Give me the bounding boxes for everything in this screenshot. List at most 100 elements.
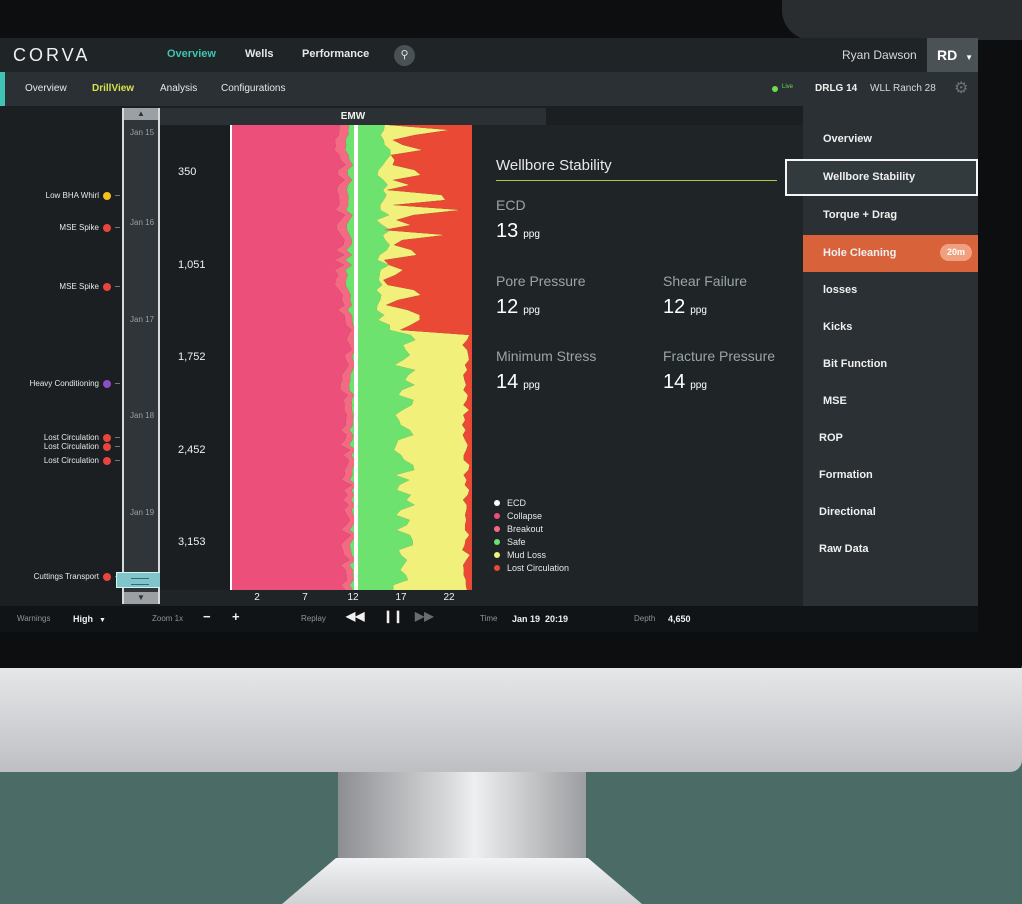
user-initials: RD xyxy=(937,47,958,63)
top-nav-bar: CORVA Overview Wells Performance ⚲ Ryan … xyxy=(0,38,978,72)
topnav-wells[interactable]: Wells xyxy=(245,48,274,60)
menu-item-torque-drag[interactable]: Torque + Drag xyxy=(803,197,978,234)
legend-item: Collapse xyxy=(494,509,569,522)
event-dot xyxy=(103,572,111,581)
event-tick xyxy=(115,446,120,447)
hole-cleaning-badge: 20m xyxy=(939,244,972,261)
timeline-scrubber[interactable]: ▲ Jan 15 Jan 16 Jan 17 Jan 18 Jan 19 ▼ xyxy=(122,108,160,604)
menu-item-bit-function[interactable]: Bit Function xyxy=(803,346,978,383)
monitor-chin xyxy=(0,668,1022,772)
minimum-stress-value: 14 ppg xyxy=(496,371,540,393)
fast-forward-icon[interactable]: ▶▶ xyxy=(415,609,433,623)
shear-failure-value: 12 ppg xyxy=(663,296,707,318)
pause-icon[interactable]: ❙❙ xyxy=(383,609,403,623)
event-tick xyxy=(115,195,120,196)
menu-item-wellbore-stability[interactable]: Wellbore Stability xyxy=(785,159,978,196)
user-avatar-menu[interactable]: RD ▼ xyxy=(927,38,978,72)
depth-label: Depth xyxy=(634,614,656,623)
shear-failure-label: Shear Failure xyxy=(663,273,748,289)
analysis-menu: Overview Wellbore Stability Torque + Dra… xyxy=(785,106,978,606)
subnav-configurations[interactable]: Configurations xyxy=(221,83,285,94)
depth-value: 4,650 xyxy=(668,614,691,624)
depth-label: 3,153 xyxy=(178,536,206,548)
timeline-date: Jan 17 xyxy=(130,315,155,324)
menu-item-label: Hole Cleaning xyxy=(823,247,897,259)
legend-dot xyxy=(494,512,500,519)
rewind-icon[interactable]: ◀◀ xyxy=(346,609,364,623)
chart-legend: ECD Collapse Breakout Safe Mud Loss Lost… xyxy=(494,496,569,574)
menu-item-kicks[interactable]: Kicks xyxy=(803,309,978,346)
minimum-stress-label: Minimum Stress xyxy=(496,348,597,364)
menu-item-rop[interactable]: ROP xyxy=(803,420,978,457)
event-item[interactable]: Lost Circulation xyxy=(44,442,120,451)
event-label: Low BHA Whirl xyxy=(45,191,99,200)
zoom-out-button[interactable]: − xyxy=(203,609,211,624)
sub-nav-bar: Overview DrillView Analysis Configuratio… xyxy=(0,72,978,106)
time-value: Jan 19 20:19 xyxy=(512,614,569,624)
legend-item: Lost Circulation xyxy=(494,561,569,574)
search-icon[interactable]: ⚲ xyxy=(394,45,415,66)
menu-item-directional[interactable]: Directional xyxy=(803,494,978,531)
chevron-down-icon: ▼ xyxy=(99,617,106,624)
timeline-handle[interactable] xyxy=(116,572,164,588)
legend-item: ECD xyxy=(494,496,569,509)
fracture-pressure-label: Fracture Pressure xyxy=(663,348,776,364)
event-item[interactable]: Lost Circulation xyxy=(44,433,120,442)
legend-dot xyxy=(494,564,500,571)
legend-dot xyxy=(494,538,500,545)
legend-item: Breakout xyxy=(494,522,569,535)
event-label: Lost Circulation xyxy=(43,442,99,451)
zoom-in-button[interactable]: + xyxy=(232,609,240,624)
topnav-performance[interactable]: Performance xyxy=(302,48,369,60)
event-item[interactable]: Cuttings Transport xyxy=(34,572,120,581)
x-tick-label: 2 xyxy=(254,592,260,603)
pore-pressure-value: 12 ppg xyxy=(496,296,540,318)
panel-divider xyxy=(496,180,777,181)
timeline-date: Jan 16 xyxy=(130,218,155,227)
topnav-overview[interactable]: Overview xyxy=(167,48,216,60)
time-label: Time xyxy=(480,614,498,623)
event-label: MSE Spike xyxy=(59,223,99,232)
event-item[interactable]: MSE Spike xyxy=(59,282,120,291)
subnav-drillview[interactable]: DrillView xyxy=(92,83,134,94)
menu-item-formation[interactable]: Formation xyxy=(803,457,978,494)
chevron-up-icon[interactable]: ▲ xyxy=(124,108,158,120)
menu-item-raw-data[interactable]: Raw Data xyxy=(803,531,978,568)
event-tick xyxy=(115,460,120,461)
wellbore-stability-panel: Wellbore Stability ECD 13 ppg Pore Pressu… xyxy=(472,125,803,606)
x-tick-label: 12 xyxy=(347,592,359,603)
gear-icon[interactable]: ⚙ xyxy=(954,78,968,98)
event-item[interactable]: Lost Circulation xyxy=(44,456,120,465)
timeline-date: Jan 18 xyxy=(130,411,155,420)
legend-dot xyxy=(494,525,500,532)
event-dot xyxy=(103,456,111,465)
warnings-select[interactable]: High ▼ xyxy=(73,614,106,624)
timeline-date: Jan 19 xyxy=(130,508,155,517)
event-item[interactable]: MSE Spike xyxy=(59,223,120,232)
menu-item-overview[interactable]: Overview xyxy=(803,121,978,158)
event-dot xyxy=(103,433,111,442)
timeline-date: Jan 15 xyxy=(130,128,155,137)
corva-logo: CORVA xyxy=(13,45,91,65)
chart-title: EMW xyxy=(160,108,546,125)
warnings-label: Warnings xyxy=(17,614,51,623)
event-item[interactable]: Heavy Conditioning xyxy=(30,379,120,388)
zoom-label: Zoom 1x xyxy=(152,614,184,623)
user-name: Ryan Dawson xyxy=(842,48,917,62)
event-dot xyxy=(103,223,111,232)
menu-item-hole-cleaning[interactable]: Hole Cleaning 20m xyxy=(803,235,978,272)
event-tick xyxy=(115,227,120,228)
menu-item-mse[interactable]: MSE xyxy=(803,383,978,420)
legend-dot xyxy=(494,499,500,506)
depth-axis: 350 1,051 1,752 2,452 3,153 xyxy=(160,108,230,590)
chevron-down-icon[interactable]: ▼ xyxy=(124,592,158,604)
event-dot xyxy=(103,442,111,451)
subnav-overview[interactable]: Overview xyxy=(25,83,67,94)
rig-name: DRLG 14 xyxy=(815,83,858,94)
menu-item-losses[interactable]: losses xyxy=(803,272,978,309)
event-item[interactable]: Low BHA Whirl xyxy=(46,191,120,200)
subnav-analysis[interactable]: Analysis xyxy=(160,83,197,94)
x-tick-label: 7 xyxy=(302,592,308,603)
event-label: Lost Circulation xyxy=(43,456,99,465)
event-tick xyxy=(115,383,120,384)
